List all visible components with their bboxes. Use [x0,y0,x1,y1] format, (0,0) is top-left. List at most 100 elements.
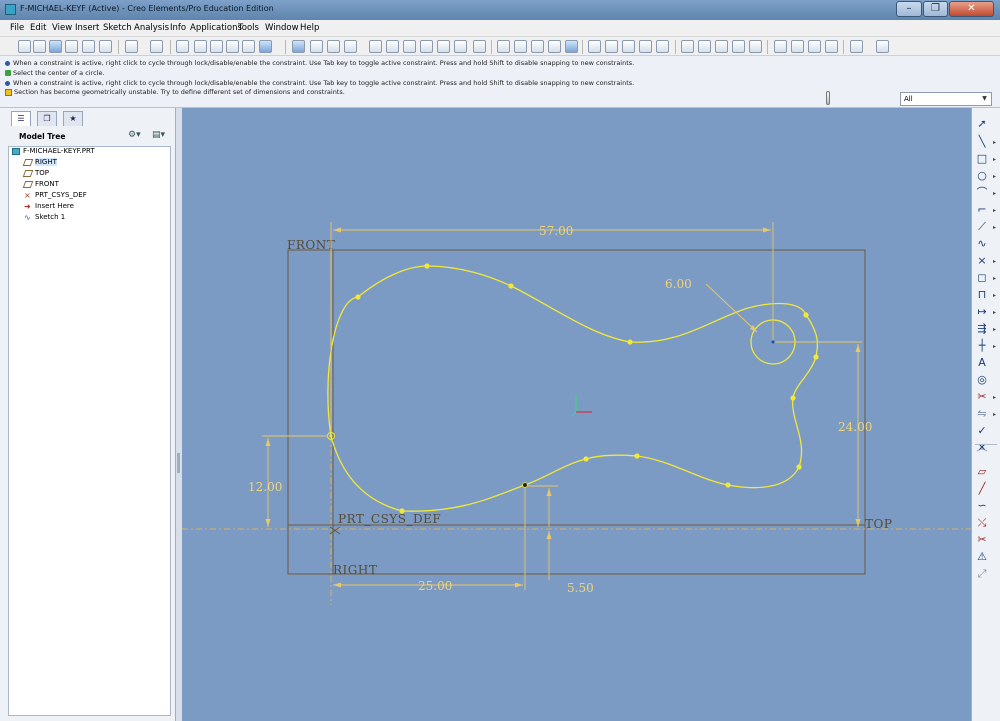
menu-applications[interactable]: Applications [190,23,242,33]
menu-edit[interactable]: Edit [30,23,46,33]
dimension-radius-6[interactable]: 6.00 [665,277,692,291]
use-edge-tool-icon[interactable]: ⊓ [975,288,989,302]
mirror-tool-icon[interactable]: ⇋ [975,407,989,421]
dimension-5-5[interactable]: 5.50 [567,581,594,595]
parallelogram-tool-icon[interactable]: ▱ [975,465,989,479]
copy-icon[interactable] [194,40,207,53]
chevron-right-icon[interactable]: ▸ [993,224,996,231]
spline-point[interactable] [796,464,802,470]
datum-axes-toggle-icon[interactable] [605,40,618,53]
dimension-tool-icon[interactable]: ↦ [975,305,989,319]
shading-icon[interactable] [548,40,561,53]
dimension-24[interactable]: 24.00 [838,420,872,434]
divide-icon[interactable]: ✂ [975,533,989,547]
paste-special-icon[interactable] [226,40,239,53]
annotation-toggle-icon[interactable] [656,40,669,53]
sketch-spline[interactable] [327,265,819,512]
spline-tool-icon[interactable]: ∿ [975,237,989,251]
ruler-icon[interactable]: ⚠ [975,550,989,564]
spline-point[interactable] [813,354,819,360]
dimension-57[interactable]: 57.00 [539,224,573,238]
point-tool-icon[interactable]: × [975,254,989,268]
paste-icon[interactable] [210,40,223,53]
tree-item-top[interactable]: TOP [22,169,49,180]
accept-check-icon[interactable]: ✓ [975,424,989,438]
tab-favorites[interactable]: ★ [63,111,83,126]
hidden-line-icon[interactable] [514,40,527,53]
chevron-right-icon[interactable]: ▸ [993,139,996,146]
spline-point[interactable] [424,263,430,269]
spline-point[interactable] [399,508,405,514]
spline-point[interactable] [627,339,633,345]
menu-window[interactable]: Window [265,23,299,33]
tree-item-part[interactable]: F-MICHAEL-KEYF.PRT [12,147,95,158]
csys-toggle-icon[interactable] [639,40,652,53]
spline-point[interactable] [790,395,796,401]
spline-anchor-point[interactable] [522,482,528,488]
tree-item-csys[interactable]: ⨯ PRT_CSYS_DEF [24,191,87,202]
palette-tool-icon[interactable]: ◎ [975,373,989,387]
menu-view[interactable]: View [52,23,72,33]
overlap-geometry-icon[interactable] [808,40,821,53]
chevron-right-icon[interactable]: ▸ [993,394,996,401]
selection-filter-icon[interactable] [259,40,272,53]
chevron-right-icon[interactable]: ▸ [993,156,996,163]
menu-tools[interactable]: Tools [238,23,259,33]
select-arrow-icon[interactable]: ➚ [975,117,989,131]
wireframe-icon[interactable] [497,40,510,53]
spline-point[interactable] [634,453,640,459]
fillet-tool-icon[interactable]: ⌐ [975,203,989,217]
sash-grip[interactable] [177,453,180,473]
shade-closed-loops-icon[interactable] [791,40,804,53]
graphics-window[interactable]: FRONT RIGHT TOP PRT_CSYS_DEF 57.00 6.00 … [182,108,971,721]
menu-sketch[interactable]: Sketch [103,23,132,33]
layers-icon[interactable] [454,40,467,53]
circle-center[interactable] [771,340,775,344]
spline-point[interactable] [355,294,361,300]
disp-vertices-icon[interactable] [774,40,787,53]
open-file-icon[interactable] [33,40,46,53]
new-file-icon[interactable] [18,40,31,53]
open-ends-icon[interactable] [825,40,838,53]
tab-model-tree[interactable]: ☰ [11,111,31,126]
spline-point[interactable] [803,312,809,318]
relation-icon[interactable]: ⤢ [975,567,989,581]
menu-file[interactable]: File [10,23,24,33]
chevron-right-icon[interactable]: ▸ [993,173,996,180]
refit-icon[interactable] [403,40,416,53]
chevron-right-icon[interactable]: ▸ [993,207,996,214]
menu-analysis[interactable]: Analysis [134,23,169,33]
chevron-right-icon[interactable]: ▸ [993,309,996,316]
delete-segment-icon[interactable]: ⤯ [975,516,989,530]
disp-dims-icon[interactable] [715,40,728,53]
chevron-right-icon[interactable]: ▸ [993,292,996,299]
text-tool-icon[interactable]: A [975,356,989,370]
tree-item-insert-here[interactable]: ➜ Insert Here [24,202,74,213]
spline-point[interactable] [583,456,589,462]
undo-icon[interactable] [125,40,138,53]
send-mail-icon[interactable] [99,40,112,53]
spline-point[interactable] [725,482,731,488]
spline-curve-icon[interactable]: ∽ [975,499,989,513]
regenerate-icon[interactable] [242,40,255,53]
chevron-right-icon[interactable]: ▸ [993,190,996,197]
spline-point[interactable] [508,283,514,289]
repaint-icon[interactable] [292,40,305,53]
dimension-25[interactable]: 25.00 [418,579,452,593]
chamfer-tool-icon[interactable]: ⟋ [975,220,989,234]
disp-constraints-icon[interactable] [732,40,745,53]
view-manager-icon[interactable] [473,40,486,53]
no-hidden-icon[interactable] [531,40,544,53]
saved-views-icon[interactable] [437,40,450,53]
spin-center-icon[interactable] [310,40,323,53]
zoom-in-icon[interactable] [369,40,382,53]
arc-tool-icon[interactable]: ⌒ [975,186,989,200]
print-preview-icon[interactable] [65,40,78,53]
reorient-icon[interactable] [420,40,433,53]
modify-tool-icon[interactable]: ⇶ [975,322,989,336]
display-style-icon[interactable] [344,40,357,53]
line-tool-icon[interactable]: ╲ [975,135,989,149]
zoom-out-icon[interactable] [386,40,399,53]
redo-icon[interactable] [150,40,163,53]
menu-insert[interactable]: Insert [75,23,99,33]
